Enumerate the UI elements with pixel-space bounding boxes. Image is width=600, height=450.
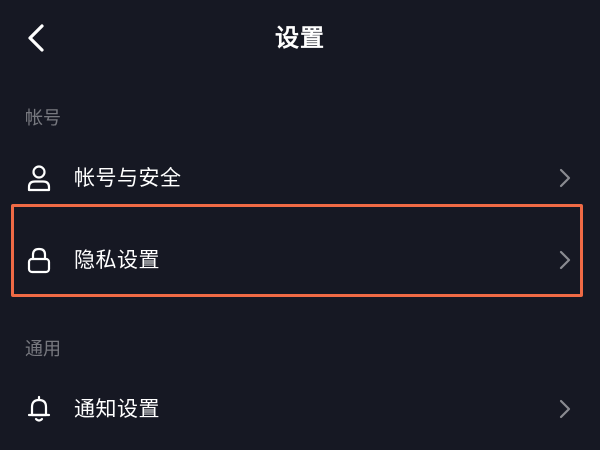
lock-icon: [24, 245, 54, 275]
header: 设置: [0, 0, 600, 76]
settings-item-label: 通知设置: [74, 397, 160, 421]
bell-icon: [24, 394, 54, 424]
settings-item-account-security[interactable]: 帐号与安全: [0, 143, 600, 213]
settings-item-label: 隐私设置: [74, 248, 160, 272]
chevron-right-icon: [554, 398, 576, 420]
section-header-account: 帐号: [25, 108, 61, 129]
settings-item-notifications[interactable]: 通知设置: [0, 374, 600, 444]
settings-item-label: 帐号与安全: [74, 166, 182, 190]
user-icon: [24, 163, 54, 193]
settings-item-privacy[interactable]: 隐私设置: [0, 225, 600, 295]
settings-screen: 设置 帐号 帐号与安全 隐私设置 通用 通知设置: [0, 0, 600, 450]
page-title: 设置: [275, 24, 325, 52]
chevron-right-icon: [554, 167, 576, 189]
section-header-general: 通用: [25, 339, 61, 360]
chevron-right-icon: [554, 249, 576, 271]
